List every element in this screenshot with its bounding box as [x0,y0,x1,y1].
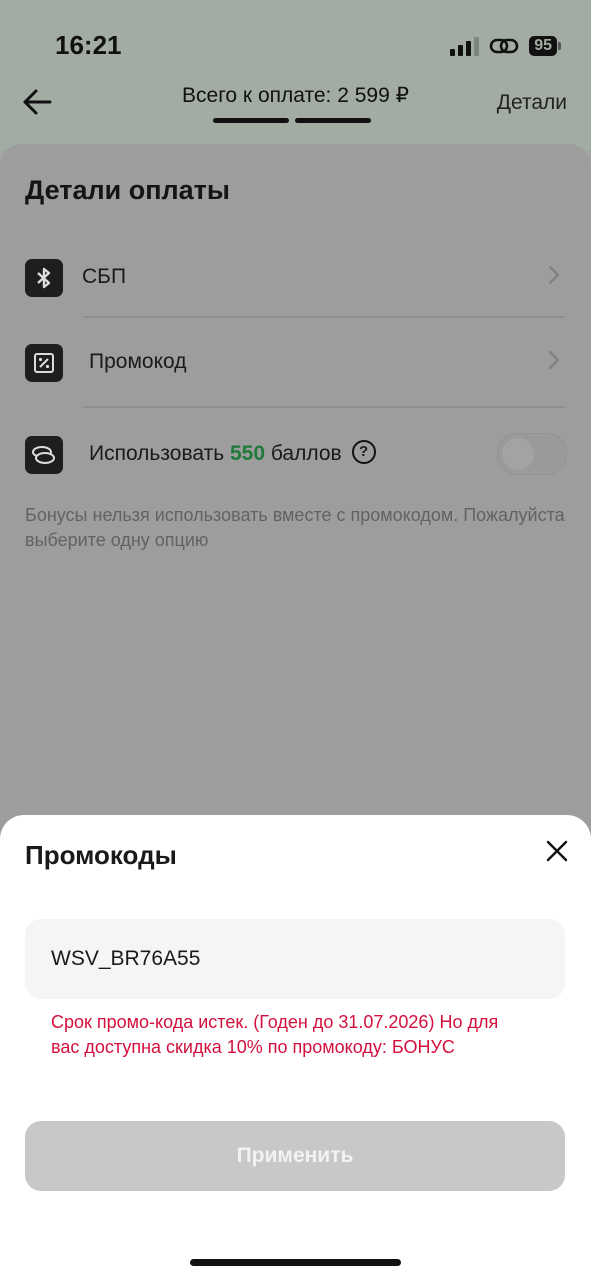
points-prefix: Использовать [89,442,225,465]
promo-code-sheet: Промокоды Срок промо-кода истек. (Годен … [0,815,591,1280]
top-bar: 16:21 95 Всего к оплате: 2 599 ₽ Детали [0,0,591,150]
divider [83,406,565,408]
chevron-right-icon [548,350,560,370]
battery-icon: 95 [529,36,561,56]
progress-bars [213,118,371,123]
toggle-knob [502,438,534,470]
points-value: 550 [230,442,266,465]
close-icon[interactable] [545,839,569,863]
promo-code-input[interactable] [25,919,565,999]
payment-method-row[interactable]: СБП [25,259,565,319]
coins-icon [25,436,63,474]
use-points-toggle[interactable] [497,433,567,475]
details-link[interactable]: Детали [497,91,567,115]
promo-error-message: Срок промо-кода истек. (Годен до 31.07.2… [51,1012,499,1057]
help-icon[interactable]: ? [351,440,376,465]
status-icons: 95 [450,34,561,58]
battery-level: 95 [529,36,557,56]
promo-code-row[interactable]: Промокод [25,344,565,404]
status-time: 16:21 [55,30,122,60]
chevron-right-icon [548,265,560,285]
use-points-row: Использовать 550 баллов ? [25,433,567,496]
payment-details-title: Детали оплаты [25,175,230,205]
points-suffix: баллов [270,442,342,465]
home-indicator [190,1259,401,1266]
use-points-label: Использовать 550 баллов ? [89,440,376,466]
promo-sheet-title: Промокоды [25,840,177,870]
link-icon [489,38,519,54]
sbp-icon [25,259,63,297]
bonus-note: Бонусы нельзя использовать вместе с пром… [25,505,565,550]
promo-code-label: Промокод [89,350,187,373]
percent-icon [25,344,63,382]
divider [83,316,565,318]
cellular-signal-icon [450,36,480,56]
sbp-label: СБП [82,265,127,288]
apply-button[interactable]: Применить [25,1121,565,1191]
